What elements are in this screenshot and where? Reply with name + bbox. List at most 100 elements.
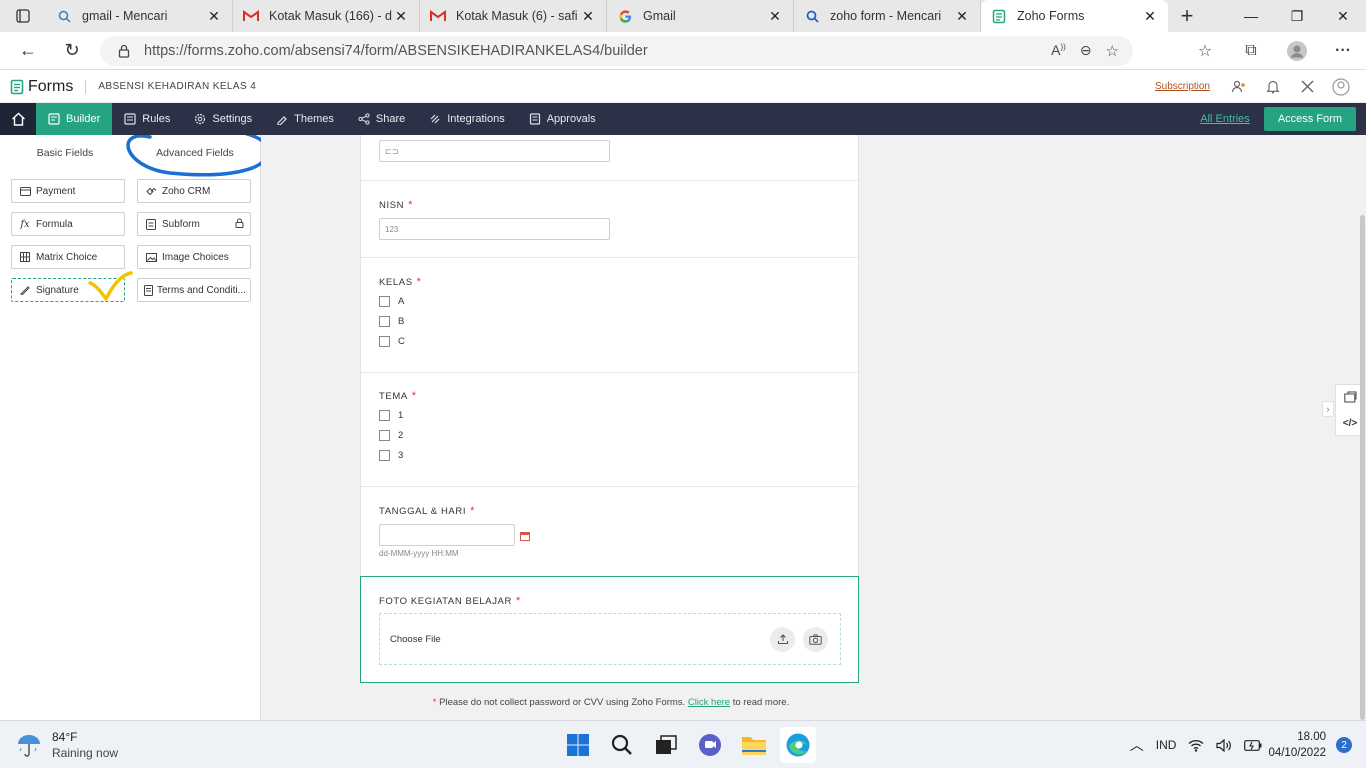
checkbox[interactable]	[379, 335, 390, 347]
nav-approvals[interactable]: Approvals	[517, 103, 608, 135]
profile-avatar[interactable]	[1274, 41, 1320, 61]
tema-option[interactable]: 2	[379, 425, 403, 445]
option-label: 1	[398, 409, 404, 421]
form-preview-icon[interactable]	[1343, 391, 1357, 406]
date-input[interactable]	[379, 524, 515, 546]
blue-circle-annotation	[126, 135, 261, 177]
header-divider	[85, 79, 87, 94]
checkbox[interactable]	[379, 429, 390, 441]
nav-themes[interactable]: Themes	[264, 103, 346, 135]
code-icon[interactable]: </>	[1343, 418, 1357, 429]
browser-tab-active[interactable]: Zoho Forms ✕	[981, 0, 1168, 32]
kelas-option[interactable]: C	[379, 331, 405, 351]
nav-settings[interactable]: Settings	[182, 103, 264, 135]
add-favorite-icon[interactable]: ☆	[1106, 42, 1119, 60]
restore-icon[interactable]: ❐	[1274, 0, 1320, 32]
nav-rules[interactable]: Rules	[112, 103, 182, 135]
tab-actions-button[interactable]	[0, 0, 46, 32]
read-aloud-icon[interactable]: A))	[1051, 42, 1066, 60]
url-text: https://forms.zoho.com/absensi74/form/AB…	[144, 43, 648, 59]
nav-share[interactable]: Share	[346, 103, 417, 135]
language-indicator[interactable]: IND	[1156, 738, 1177, 752]
browser-tab[interactable]: Gmail ✕	[607, 0, 794, 32]
calendar-icon[interactable]	[520, 530, 530, 544]
close-icon[interactable]: ✕	[1142, 8, 1158, 25]
camera-icon[interactable]	[803, 626, 828, 652]
checkbox[interactable]	[379, 315, 390, 327]
close-icon[interactable]: ✕	[580, 8, 596, 25]
choose-file-button[interactable]: Choose File	[390, 634, 441, 645]
brush-icon	[276, 113, 288, 125]
checkbox[interactable]	[379, 409, 390, 421]
nav-builder[interactable]: Builder	[36, 103, 113, 135]
all-entries-link[interactable]: All Entries	[1200, 113, 1250, 125]
close-window-icon[interactable]: ✕	[1320, 0, 1366, 32]
minimize-icon[interactable]: —	[1228, 0, 1274, 32]
browser-tab[interactable]: zoho form - Mencari ✕	[794, 0, 981, 32]
browser-tab[interactable]: Kotak Masuk (166) - d ✕	[233, 0, 420, 32]
footnote-text: Please do not collect password or CVV us…	[439, 697, 686, 708]
panel-toggle-button[interactable]: ›	[1322, 401, 1334, 417]
nisn-label: NISN	[379, 200, 405, 211]
nav-approvals-label: Approvals	[546, 113, 596, 125]
user-avatar[interactable]	[1324, 77, 1358, 96]
click-here-link[interactable]: Click here	[688, 697, 730, 708]
home-button[interactable]	[0, 103, 36, 135]
users-icon[interactable]	[1222, 80, 1256, 94]
close-icon[interactable]: ✕	[954, 8, 970, 25]
close-icon[interactable]: ✕	[393, 8, 409, 25]
reload-button[interactable]: ↻	[52, 32, 92, 70]
kelas-option[interactable]: B	[379, 311, 405, 331]
task-view-icon[interactable]	[648, 727, 684, 763]
checkbox[interactable]	[379, 449, 390, 461]
volume-icon[interactable]	[1216, 738, 1232, 752]
search-icon[interactable]	[604, 727, 640, 763]
kelas-option[interactable]: A	[379, 291, 405, 311]
chevron-up-icon[interactable]: ︿	[1130, 735, 1144, 755]
close-icon[interactable]: ✕	[206, 8, 222, 25]
browser-tab[interactable]: gmail - Mencari ✕	[46, 0, 233, 32]
annotation-marks	[88, 135, 261, 301]
access-form-button[interactable]: Access Form	[1263, 107, 1356, 131]
tools-icon[interactable]	[1290, 79, 1324, 94]
top-text-input[interactable]: ⊏⊐	[379, 140, 610, 162]
subscription-link[interactable]: Subscription	[1155, 81, 1210, 92]
nisn-section[interactable]: NISN * 123	[361, 181, 858, 258]
option-label: B	[398, 315, 405, 327]
tema-option[interactable]: 1	[379, 405, 403, 425]
browser-tab[interactable]: Kotak Masuk (6) - safi ✕	[420, 0, 607, 32]
back-button[interactable]: ←	[8, 32, 48, 70]
more-menu-icon[interactable]: ···	[1320, 42, 1366, 60]
field-section[interactable]: ⊏⊐	[361, 135, 858, 181]
edge-browser-icon[interactable]	[780, 727, 816, 763]
teams-chat-icon[interactable]	[692, 727, 728, 763]
kelas-section[interactable]: KELAS * A B C	[361, 258, 858, 373]
url-field[interactable]: https://forms.zoho.com/absensi74/form/AB…	[100, 36, 1133, 66]
bell-icon[interactable]	[1256, 79, 1290, 94]
close-icon[interactable]: ✕	[767, 8, 783, 25]
forms-logo[interactable]: Forms	[0, 78, 73, 96]
new-tab-button[interactable]: +	[1168, 0, 1206, 32]
wifi-icon[interactable]	[1188, 739, 1204, 752]
option-label: 3	[398, 449, 404, 461]
battery-icon[interactable]	[1244, 739, 1262, 751]
tema-section[interactable]: TEMA * 1 2 3	[361, 373, 858, 487]
zoom-out-icon[interactable]: ⊖	[1080, 42, 1092, 60]
windows-start-icon[interactable]	[560, 727, 596, 763]
foto-section[interactable]: FOTO KEGIATAN BELAJAR * Choose File	[360, 576, 859, 683]
system-clock[interactable]: 18.00 04/10/2022	[1268, 729, 1326, 761]
tanggal-section[interactable]: TANGGAL & HARI * dd-MMM-yyyy HH:MM	[361, 487, 858, 577]
collections-icon[interactable]: ⧉	[1228, 42, 1274, 60]
notification-badge[interactable]: 2	[1336, 737, 1352, 753]
checkbox[interactable]	[379, 295, 390, 307]
tema-option[interactable]: 3	[379, 445, 403, 465]
nisn-input[interactable]: 123	[379, 218, 610, 240]
upload-icon[interactable]	[770, 626, 795, 652]
integrations-icon	[429, 113, 441, 125]
page-scrollbar[interactable]	[1360, 215, 1365, 720]
file-explorer-icon[interactable]	[736, 727, 772, 763]
file-upload-area[interactable]: Choose File	[379, 613, 841, 665]
nav-integrations[interactable]: Integrations	[417, 103, 516, 135]
weather-widget[interactable]: 84°F Raining now	[16, 729, 118, 761]
favorites-icon[interactable]: ☆	[1182, 41, 1228, 61]
